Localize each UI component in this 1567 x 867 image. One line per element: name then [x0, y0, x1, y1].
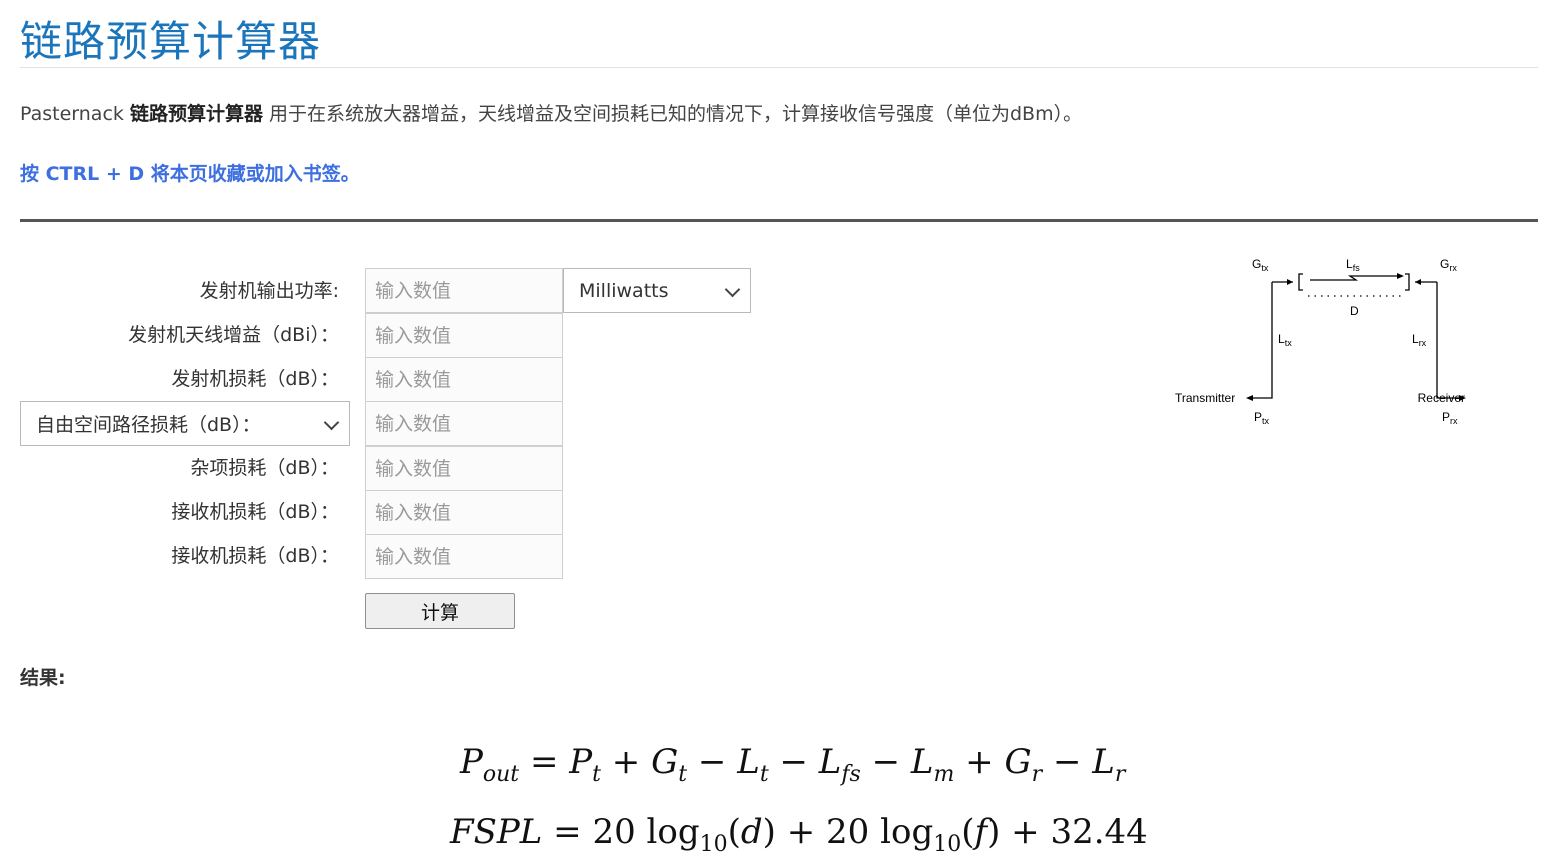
distance-label: D: [1350, 304, 1359, 318]
tx-loss-input[interactable]: [365, 357, 563, 402]
misc-loss-input[interactable]: [365, 446, 563, 491]
prx-label: Prx: [1442, 410, 1458, 426]
intro-prefix: Pasternack: [20, 103, 130, 125]
rx-loss-input[interactable]: [365, 490, 563, 535]
lfs-label: Lfs: [1346, 257, 1360, 273]
page-title: 链路预算计算器: [20, 17, 322, 66]
transmitter-label: Transmitter: [1175, 391, 1235, 405]
fspl-select[interactable]: 自由空间路径损耗（dB）：: [20, 401, 350, 446]
result-label: 结果:: [20, 667, 66, 689]
section-divider: [20, 219, 1538, 222]
fspl-input[interactable]: [365, 401, 563, 446]
receiver-label: Receiver: [1418, 391, 1465, 405]
fspl-formula: FSPL = 20 log10(d) + 20 log10(f) + 32.44: [450, 812, 1148, 857]
title-divider: [20, 67, 1538, 68]
chevron-down-icon: [323, 414, 340, 430]
pout-formula: Pout = Pt + Gt − Lt − Lfs − Lm + Gr − Lr: [460, 742, 1126, 787]
rx-loss2-label: 接收机损耗（dB）：: [171, 545, 339, 567]
intro-text: Pasternack 链路预算计算器 用于在系统放大器增益，天线增益及空间损耗已…: [20, 100, 1082, 128]
rx-loss2-input[interactable]: [365, 534, 563, 579]
gtx-label: Gtx: [1252, 257, 1269, 273]
tx-power-input[interactable]: [365, 268, 563, 313]
ptx-label: Ptx: [1254, 410, 1270, 426]
ltx-label: Ltx: [1278, 332, 1292, 348]
tx-gain-input[interactable]: [365, 313, 563, 358]
bookmark-hint: 按 CTRL + D 将本页收藏或加入书签。: [20, 163, 360, 185]
calculate-button[interactable]: 计算: [365, 593, 515, 629]
grx-label: Grx: [1440, 257, 1457, 273]
tx-loss-label: 发射机损耗（dB）：: [171, 368, 339, 390]
misc-loss-label: 杂项损耗（dB）：: [190, 457, 339, 479]
tx-power-label: 发射机输出功率:: [199, 280, 339, 302]
fspl-select-value: 自由空间路径损耗（dB）：: [36, 414, 261, 436]
link-budget-diagram: Gtx Grx Lfs D Ltx Lrx Transmitter Receiv…: [1175, 257, 1466, 426]
intro-suffix: 用于在系统放大器增益，天线增益及空间损耗已知的情况下，计算接收信号强度（单位为d…: [262, 103, 1083, 125]
lrx-label: Lrx: [1412, 332, 1427, 348]
chevron-down-icon: [724, 281, 741, 297]
rx-loss-label: 接收机损耗（dB）：: [171, 501, 339, 523]
tx-gain-label: 发射机天线增益（dBi）：: [128, 324, 339, 346]
intro-bold: 链路预算计算器: [129, 103, 263, 125]
power-unit-select[interactable]: Milliwatts: [563, 268, 751, 313]
power-unit-value: Milliwatts: [579, 279, 669, 302]
